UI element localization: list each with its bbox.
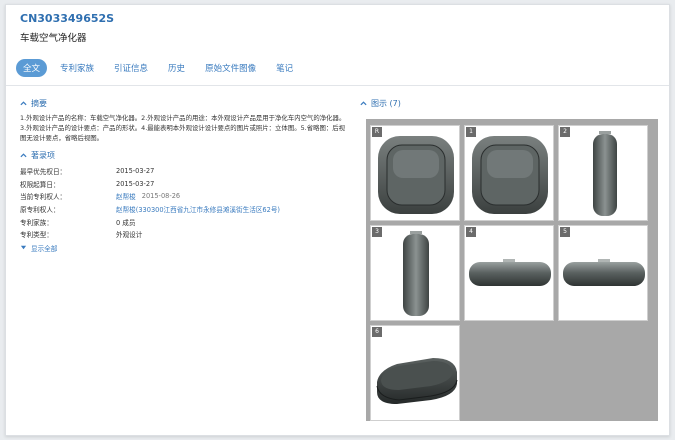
tab-patent-family[interactable]: 专利家族 — [53, 59, 101, 77]
info-label: 最早优先权日： — [20, 168, 67, 177]
figure-label: 4 — [466, 227, 476, 237]
triangle-down-icon — [20, 245, 27, 250]
info-row: 原专利权人： 赵帮梭(330300江西省九江市永修县滩溪街生活区62号) — [20, 203, 350, 216]
purifier-front-view — [472, 136, 548, 214]
abstract-text: 1.外观设计产品的名称：车载空气净化器。2.外观设计产品的用途：本外观设计产品是… — [20, 114, 346, 142]
show-all-label: 显示全部 — [31, 244, 58, 253]
figure-thumbnail[interactable]: 5 — [558, 225, 648, 321]
bibliographic-table: 最早优先权日： 2015-03-27 权限起算日： 2015-03-27 当前专… — [20, 165, 350, 241]
purifier-side-view — [403, 231, 429, 316]
figure-label: 2 — [560, 127, 570, 137]
info-label: 专利家族： — [20, 218, 53, 227]
purifier-top-view — [469, 259, 551, 286]
figure-label: 1 — [466, 127, 476, 137]
figure-label: 3 — [372, 227, 382, 237]
current-owner-link[interactable]: 赵帮梭 — [116, 191, 136, 201]
abstract-heading: 摘要 — [31, 98, 47, 108]
show-all-link[interactable]: 显示全部 — [20, 243, 350, 253]
figures-toggle[interactable]: 图示 (7) — [360, 97, 660, 109]
figure-label: R — [372, 127, 382, 137]
figures-heading: 图示 (7) — [371, 98, 401, 108]
tab-notes[interactable]: 笔记 — [269, 59, 300, 77]
info-row: 专利家族： 0 成员 — [20, 215, 350, 228]
right-column: 图示 (7) R 1 2 3 4 5 6 — [356, 97, 660, 421]
tab-full-text[interactable]: 全文 — [16, 59, 48, 77]
info-row: 专利类型： 外观设计 — [20, 228, 350, 241]
purifier-top-view — [563, 259, 645, 286]
info-value: 0 成员 — [116, 218, 136, 227]
chevron-up-icon — [20, 152, 27, 157]
figure-thumbnail[interactable]: R — [370, 125, 460, 221]
purifier-perspective-view — [376, 358, 458, 404]
patent-title: 车载空气净化器 — [20, 33, 87, 44]
tab-divider — [6, 85, 669, 86]
purifier-front-view — [378, 136, 454, 214]
chevron-up-icon — [20, 100, 27, 105]
purifier-side-view — [593, 131, 617, 216]
bibliographic-toggle[interactable]: 著录项 — [20, 149, 350, 161]
figure-thumbnail[interactable]: 3 — [370, 225, 460, 321]
chevron-up-icon — [360, 100, 367, 105]
original-owner-link[interactable]: 赵帮梭(330300江西省九江市永修县滩溪街生活区62号) — [116, 204, 280, 214]
info-row: 最早优先权日： 2015-03-27 — [20, 165, 350, 178]
info-row: 当前专利权人： 赵帮梭 2015-08-26 — [20, 190, 350, 203]
figure-thumbnail[interactable]: 4 — [464, 225, 554, 321]
info-row: 权限起算日： 2015-03-27 — [20, 178, 350, 191]
owner-date: 2015-08-26 — [141, 192, 181, 201]
bibliographic-heading: 著录项 — [31, 150, 55, 160]
info-label: 原专利权人： — [20, 206, 60, 215]
info-label: 当前专利权人： — [20, 193, 67, 202]
tab-history[interactable]: 历史 — [161, 59, 192, 77]
figure-thumbnail[interactable]: 6 — [370, 325, 460, 421]
info-label: 权限起算日： — [20, 180, 60, 189]
publication-number: CN303349652S — [20, 12, 115, 25]
info-label: 专利类型： — [20, 231, 53, 240]
info-value: 外观设计 — [116, 231, 143, 240]
abstract-toggle[interactable]: 摘要 — [20, 97, 350, 109]
figure-thumbnail[interactable]: 2 — [558, 125, 648, 221]
figure-label: 6 — [372, 327, 382, 337]
patent-card: CN303349652S 车载空气净化器 全文 专利家族 引证信息 历史 原始文… — [5, 4, 670, 436]
info-value: 2015-03-27 — [116, 179, 155, 188]
tab-bar: 全文 专利家族 引证信息 历史 原始文件图像 笔记 — [16, 57, 306, 79]
figure-thumbnail[interactable]: 1 — [464, 125, 554, 221]
left-column: 摘要 1.外观设计产品的名称：车载空气净化器。2.外观设计产品的用途：本外观设计… — [20, 97, 350, 253]
info-value: 2015-03-27 — [116, 167, 155, 176]
figure-label: 5 — [560, 227, 570, 237]
figures-grid: R 1 2 3 4 5 6 — [366, 119, 658, 421]
tab-citation[interactable]: 引证信息 — [107, 59, 155, 77]
tab-original-images[interactable]: 原始文件图像 — [198, 59, 263, 77]
